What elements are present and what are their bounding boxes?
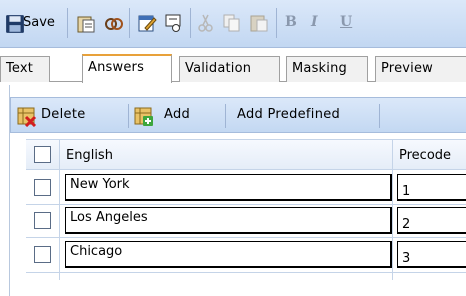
paste-icon[interactable]: [249, 13, 269, 33]
piping-icon[interactable]: [104, 14, 124, 34]
grid-divider: [392, 139, 393, 280]
toolbar-separator: [190, 8, 191, 38]
edit-document-icon[interactable]: [137, 13, 157, 33]
add-predefined-button[interactable]: Add Predefined: [229, 102, 377, 130]
grid-divider: [59, 139, 60, 280]
insert-media-icon[interactable]: [164, 13, 184, 33]
precode-input[interactable]: 3: [397, 241, 466, 268]
save-button[interactable]: Save: [3, 9, 65, 37]
add-predefined-label: Add Predefined: [237, 107, 341, 122]
english-answer-input[interactable]: Los Angeles: [65, 207, 392, 234]
copy-icon[interactable]: [222, 13, 242, 33]
row-checkbox[interactable]: [34, 179, 51, 196]
delete-grid-icon: [17, 107, 37, 127]
main-toolbar: Save B I U: [0, 0, 466, 48]
tab-masking[interactable]: Masking: [286, 56, 368, 82]
toolbar-separator: [225, 104, 226, 128]
row-checkbox[interactable]: [34, 212, 51, 229]
bold-button[interactable]: B: [285, 14, 297, 30]
toolbar-separator: [129, 8, 130, 38]
answers-toolbar: Delete Add Add Predefined: [10, 97, 466, 133]
tab-text[interactable]: Text: [0, 56, 50, 82]
english-answer-input[interactable]: New York: [65, 174, 392, 201]
row-divider: [26, 237, 466, 238]
save-label: Save: [23, 15, 55, 30]
row-divider: [26, 204, 466, 205]
add-grid-icon: [134, 107, 153, 126]
precode-input[interactable]: 2: [397, 207, 466, 234]
tab-strip: Text Answers Validation Masking Preview: [0, 54, 466, 83]
toolbar-separator: [128, 104, 129, 128]
underline-button[interactable]: U: [340, 14, 352, 30]
italic-button[interactable]: I: [311, 14, 318, 30]
delete-button[interactable]: Delete: [15, 102, 125, 130]
select-all-checkbox[interactable]: [34, 146, 51, 163]
tab-validation[interactable]: Validation: [179, 56, 280, 82]
paste-text-icon[interactable]: [76, 14, 96, 34]
tab-preview[interactable]: Preview: [375, 56, 466, 82]
english-answer-input[interactable]: Chicago: [65, 241, 392, 268]
toolbar-separator: [276, 8, 277, 38]
floppy-disk-icon: [6, 15, 24, 33]
add-label: Add: [164, 107, 191, 122]
precode-column-header[interactable]: Precode: [399, 148, 451, 163]
toolbar-separator: [67, 8, 68, 38]
row-divider: [26, 272, 466, 273]
cut-icon[interactable]: [196, 13, 216, 33]
english-column-header[interactable]: English: [66, 148, 113, 163]
precode-input[interactable]: 1: [397, 174, 466, 201]
toolbar-separator: [379, 104, 380, 128]
delete-label: Delete: [41, 107, 86, 122]
tab-answers[interactable]: Answers: [82, 54, 172, 83]
row-checkbox[interactable]: [34, 246, 51, 263]
add-button[interactable]: Add: [132, 102, 212, 130]
